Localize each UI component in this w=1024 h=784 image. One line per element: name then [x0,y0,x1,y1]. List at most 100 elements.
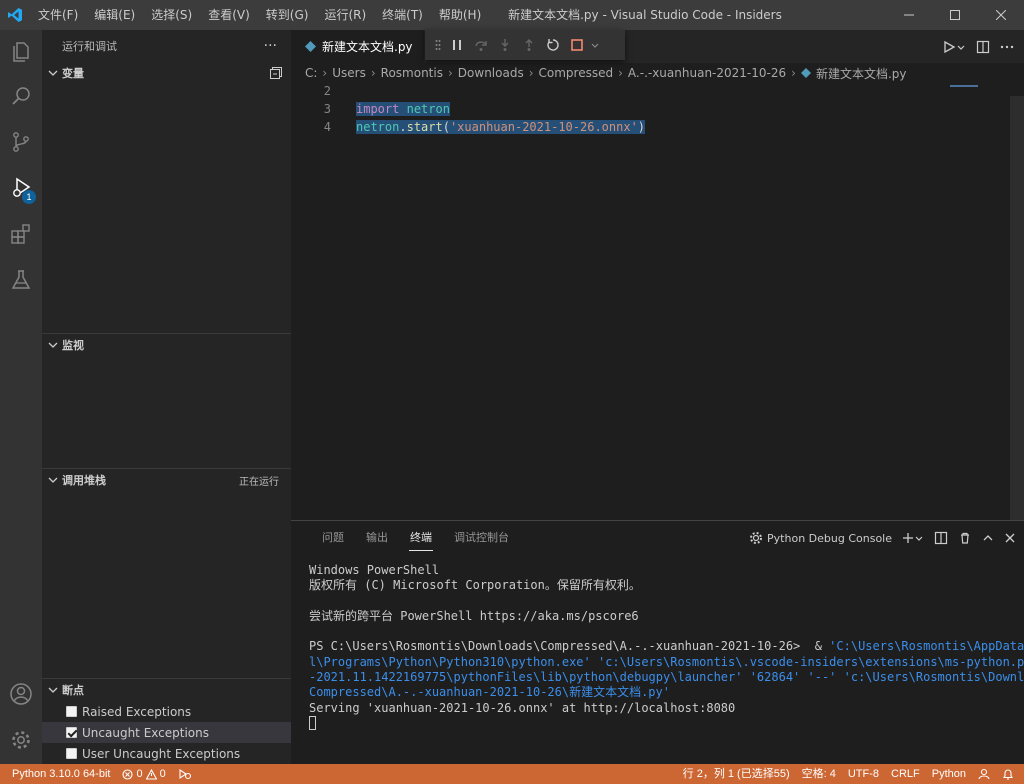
breakpoint-item-uncaught-exceptions[interactable]: Uncaught Exceptions [42,722,291,743]
tab-debug-console[interactable]: 调试控制台 [443,521,520,555]
menu-terminal[interactable]: 终端(T) [374,0,431,30]
explorer-button[interactable] [0,30,42,74]
python-interpreter-status[interactable]: Python 3.10.0 64-bit [0,764,116,784]
eol-status[interactable]: CRLF [885,764,926,784]
callstack-status: 正在运行 [239,476,279,488]
maximize-button[interactable] [932,0,978,30]
cursor-position-status[interactable]: 行 2，列 1 (已选择55) [677,764,796,784]
run-file-button[interactable] [942,40,966,54]
breadcrumb-item[interactable]: Compressed [539,66,614,80]
accounts-button[interactable] [0,672,42,716]
terminal-output[interactable]: Windows PowerShell 版权所有 (C) Microsoft Cor… [309,563,1024,731]
sidebar-more-button[interactable]: ··· [264,38,277,54]
notifications-button[interactable] [996,764,1024,784]
flask-icon [11,270,31,289]
restart-button[interactable] [541,33,565,57]
variables-label: 变量 [62,67,84,80]
remote-debug-status[interactable] [172,764,198,784]
code-token: import [356,102,400,116]
testing-button[interactable] [0,258,42,302]
raised-exceptions-checkbox[interactable] [66,706,77,717]
code-editor[interactable]: 2 3 4 import netron netron.start('xuanhu… [291,83,1024,520]
menu-bar: 文件(F) 编辑(E) 选择(S) 查看(V) 转到(G) 运行(R) 终端(T… [30,0,489,30]
editor-scrollbar[interactable] [1010,96,1024,520]
menu-file[interactable]: 文件(F) [30,0,86,30]
editor-tab[interactable]: 新建文本文档.py [291,30,424,63]
step-out-button[interactable] [517,33,541,57]
source-control-button[interactable] [0,120,42,164]
menu-go[interactable]: 转到(G) [258,0,317,30]
tab-label: 新建文本文档.py [322,40,413,54]
debug-toolbar [425,30,625,60]
tab-problems[interactable]: 问题 [311,521,355,555]
kill-terminal-button[interactable] [958,531,972,545]
menu-edit[interactable]: 编辑(E) [86,0,143,30]
gear-icon [12,731,30,749]
stop-icon [571,39,583,51]
panel-actions: Python Debug Console [749,521,1016,555]
encoding-status[interactable]: UTF-8 [842,764,885,784]
language-mode-status[interactable]: Python [926,764,972,784]
collapse-all-icon[interactable] [269,66,283,83]
split-editor-button[interactable] [976,40,990,54]
maximize-panel-button[interactable] [982,532,994,544]
drag-handle[interactable] [431,33,445,57]
chevron-right-icon: › [618,66,623,80]
terminal-selector[interactable]: Python Debug Console [749,531,892,545]
terminal-line: Compressed\A.-.-xuanhuan-2021-10-26\新建文本… [309,685,670,700]
indentation-status[interactable]: 空格: 4 [796,764,842,784]
bottom-panel: 问题 输出 终端 调试控制台 Python Debug Console Wind… [291,520,1024,764]
breakpoint-item-user-uncaught-exceptions[interactable]: User Uncaught Exceptions [42,743,291,764]
split-terminal-button[interactable] [934,531,948,545]
stop-button[interactable] [565,33,589,57]
watch-section-header[interactable]: 监视 [42,334,291,356]
editor-more-button[interactable] [1000,40,1014,54]
feedback-button[interactable] [972,764,996,784]
code-line[interactable]: import netron [356,102,450,116]
user-uncaught-exceptions-checkbox[interactable] [66,748,77,759]
uncaught-exceptions-checkbox[interactable] [66,727,77,738]
variables-section-header[interactable]: 变量 [42,62,291,84]
breadcrumb-item[interactable]: Downloads [458,66,524,80]
breakpoint-item-raised-exceptions[interactable]: Raised Exceptions [42,701,291,722]
vscode-logo-icon [0,0,30,30]
menu-view[interactable]: 查看(V) [200,0,258,30]
menu-selection[interactable]: 选择(S) [143,0,200,30]
editor-actions [942,30,1014,63]
manage-button[interactable] [0,718,42,762]
terminal-cursor [309,716,316,731]
tab-output[interactable]: 输出 [355,521,399,555]
menu-run[interactable]: 运行(R) [316,0,374,30]
breadcrumb-item[interactable]: A.-.-xuanhuan-2021-10-26 [628,66,786,80]
run-debug-button[interactable]: 1 [0,166,42,210]
minimize-button[interactable] [886,0,932,30]
pause-button[interactable] [445,33,469,57]
debug-toolbar-more-button[interactable] [589,33,601,57]
minimize-icon [904,14,914,16]
extensions-button[interactable] [0,212,42,256]
new-terminal-button[interactable] [902,532,924,544]
gripper-icon [435,40,441,50]
problems-status[interactable]: 0 0 [116,764,171,784]
breadcrumb-item[interactable]: Users [332,66,366,80]
close-icon [996,10,1006,20]
close-panel-button[interactable] [1004,532,1016,544]
step-into-button[interactable] [493,33,517,57]
tab-terminal[interactable]: 终端 [399,521,443,555]
breadcrumb-item[interactable]: Rosmontis [381,66,443,80]
chevron-down-icon [44,475,62,485]
breadcrumb-item[interactable]: 新建文本文档.py [816,65,907,82]
error-icon [122,768,134,780]
minimap[interactable] [950,85,978,87]
debug-sidebar: 运行和调试 ··· 变量 监视 调用堆栈 正在运行 断点 Raised Exce… [42,30,291,764]
sidebar-header: 运行和调试 ··· [42,30,291,62]
breakpoints-section-header[interactable]: 断点 [42,679,291,701]
callstack-section-header[interactable]: 调用堆栈 正在运行 [42,469,291,491]
close-window-button[interactable] [978,0,1024,30]
breadcrumb-item[interactable]: C: [305,66,317,80]
search-button[interactable] [0,74,42,118]
code-line[interactable]: netron.start('xuanhuan-2021-10-26.onnx') [356,120,646,134]
step-over-button[interactable] [469,33,493,57]
